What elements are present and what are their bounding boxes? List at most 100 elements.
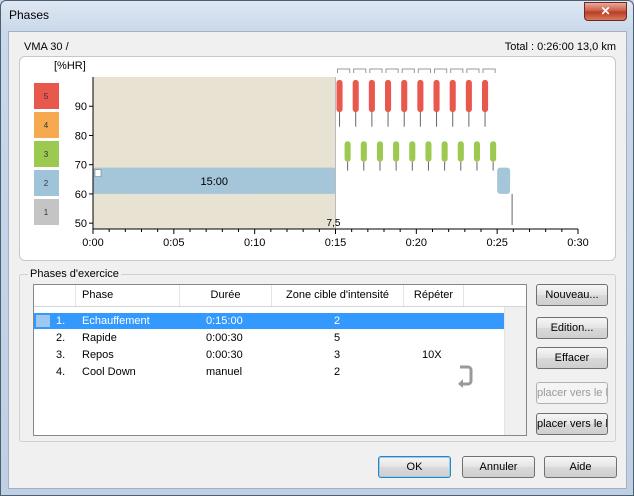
row-num: 4. [56, 366, 66, 378]
table-row[interactable]: 2. Rapide 0:00:30 5 [34, 330, 504, 346]
phases-window: Phases ✕ VMA 30 / Total : 0:26:00 13,0 k… [0, 0, 634, 496]
repeat-bracket [369, 68, 383, 73]
phase-chart: [%HR] 5 4 3 2 1 15:00 7,5 90 80 70 60 50 0:00 0:05 0:10… [34, 60, 589, 249]
interval-hard-bar [417, 79, 424, 113]
interval-hard-bar [482, 79, 489, 113]
zone-label: 3 [44, 150, 49, 159]
interval-easy-bar [409, 141, 416, 162]
repeat-bracket [337, 68, 351, 73]
row-duree: manuel [206, 366, 243, 378]
interval-easy-bar [344, 141, 351, 162]
workout-total: Total : 0:26:00 13,0 km [504, 41, 616, 53]
row-zone: 3 [334, 349, 341, 361]
x-tick-label: 0:20 [406, 237, 427, 249]
zone-label: 5 [44, 92, 49, 101]
interval-easy-bar [376, 141, 383, 162]
repeat-bracket [482, 68, 496, 73]
row-num: 2. [56, 332, 66, 344]
interval-hard-bar [401, 79, 408, 113]
warmup-duration-label: 15:00 [200, 176, 228, 188]
row-zone: 5 [334, 332, 341, 344]
list-header: Phase Durée Zone cible d'intensité Répét… [34, 285, 526, 307]
groupbox-label: Phases d'exercice [28, 268, 121, 280]
interval-easy-bar [360, 141, 367, 162]
cooldown-bar [497, 167, 511, 194]
ok-button[interactable]: OK [378, 456, 451, 478]
table-row[interactable]: 1. Echauffement 0:15:00 2 [34, 313, 504, 329]
move-down-button[interactable]: placer vers le b [536, 413, 608, 435]
col-num-header[interactable] [34, 285, 76, 306]
interval-easy-bar [425, 141, 432, 162]
y-tick-label: 60 [75, 189, 87, 201]
interval-hard-bar [336, 79, 343, 113]
x-tick-label: 0:00 [82, 237, 103, 249]
col-repeter-header[interactable]: Répéter [404, 285, 464, 306]
y-tick-label: 70 [75, 160, 87, 172]
edit-button[interactable]: Edition... [536, 317, 608, 339]
col-zone-header[interactable]: Zone cible d'intensité [272, 285, 404, 306]
row-duree: 0:00:30 [206, 349, 243, 361]
table-row[interactable]: 4. Cool Down manuel 2 [34, 364, 504, 380]
move-up-button[interactable]: placer vers le h [536, 382, 608, 404]
zone-label: 1 [44, 208, 49, 217]
interval-hard-bar [352, 79, 359, 113]
repeat-arrow-icon [457, 364, 473, 394]
interval-hard-bar [368, 79, 375, 113]
interval-easy-bar [457, 141, 464, 162]
row-marker [36, 315, 50, 327]
title-bar: Phases ✕ [1, 1, 633, 31]
repeat-bracket [353, 68, 367, 73]
repeat-bracket [434, 68, 448, 73]
interval-hard-bar [385, 79, 392, 113]
marker-label: 7,5 [327, 218, 341, 229]
interval-hard-bar [449, 79, 456, 113]
new-button[interactable]: Nouveau... [536, 284, 608, 306]
col-phase-header[interactable]: Phase [76, 285, 180, 306]
x-tick-label: 0:15 [325, 237, 346, 249]
y-tick-label: 50 [75, 218, 87, 230]
row-duree: 0:00:30 [206, 332, 243, 344]
repeat-bracket [450, 68, 464, 73]
row-num: 1. [56, 315, 66, 327]
workout-name: VMA 30 / [24, 41, 69, 53]
help-button[interactable]: Aide [544, 456, 617, 478]
row-zone: 2 [334, 315, 341, 327]
interval-easy-bar [473, 141, 480, 162]
chart-panel: [%HR] 5 4 3 2 1 15:00 7,5 90 80 70 60 50 0:00 0:05 0:10… [19, 56, 616, 261]
row-phase: Rapide [82, 332, 117, 344]
row-repeter: 10X [422, 349, 442, 361]
row-zone: 2 [334, 366, 341, 378]
table-row[interactable]: 3. Repos 0:00:30 3 10X [34, 347, 504, 363]
y-tick-label: 80 [75, 130, 87, 142]
interval-hard-bar [465, 79, 472, 113]
row-num: 3. [56, 349, 66, 361]
y-tick-label: 90 [75, 101, 87, 113]
phases-list[interactable]: Phase Durée Zone cible d'intensité Répét… [33, 284, 527, 436]
row-phase: Cool Down [82, 366, 136, 378]
interval-easy-bar [490, 141, 497, 162]
row-phase: Echauffement [82, 315, 150, 327]
interval-hard-bar [433, 79, 440, 113]
list-scrollbar[interactable] [504, 307, 526, 435]
x-tick-label: 0:10 [244, 237, 265, 249]
row-duree: 0:15:00 [206, 315, 243, 327]
repeat-bracket [401, 68, 415, 73]
zone-label: 4 [44, 121, 49, 130]
interval-easy-bar [393, 141, 400, 162]
delete-button[interactable]: Effacer [536, 347, 608, 369]
x-tick-label: 0:25 [486, 237, 507, 249]
y-axis-label: [%HR] [54, 60, 86, 72]
repeat-bracket [466, 68, 480, 73]
window-title: Phases [9, 8, 50, 22]
cancel-button[interactable]: Annuler [462, 456, 535, 478]
zone-label: 2 [44, 179, 49, 188]
warmup-shade [93, 77, 336, 229]
x-tick-label: 0:30 [567, 237, 588, 249]
x-tick-label: 0:05 [163, 237, 184, 249]
info-icon [94, 169, 102, 177]
col-duree-header[interactable]: Durée [180, 285, 272, 306]
repeat-bracket [417, 68, 431, 73]
dialog-client: VMA 30 / Total : 0:26:00 13,0 km [%HR] 5 4… [8, 31, 627, 489]
row-phase: Repos [82, 349, 114, 361]
close-button[interactable]: ✕ [584, 2, 627, 21]
